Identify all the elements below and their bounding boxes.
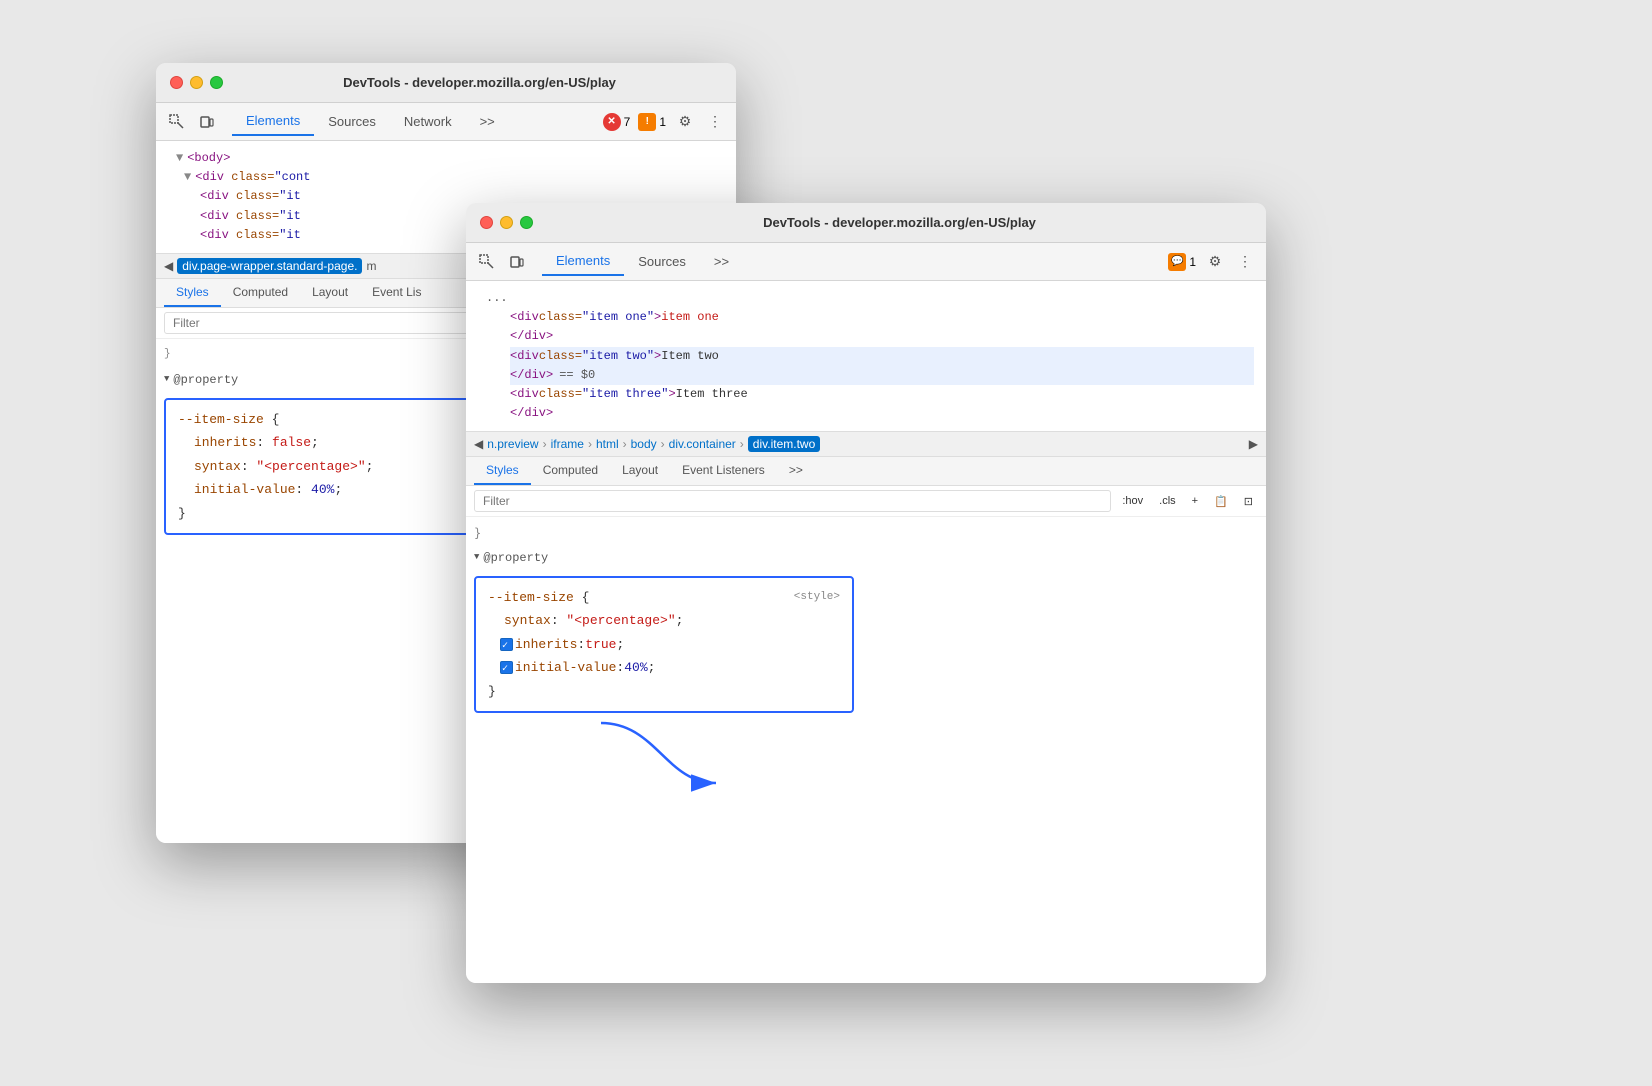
- inherits-checkbox[interactable]: [500, 638, 513, 651]
- breadcrumb-n-preview[interactable]: n.preview: [487, 437, 538, 451]
- error-count-back: 7: [624, 115, 631, 129]
- filter-layout-btn[interactable]: ⊡: [1239, 493, 1258, 510]
- breadcrumb-left-arrow-front[interactable]: ◀: [474, 437, 483, 451]
- title-bar-front: DevTools - developer.mozilla.org/en-US/p…: [466, 203, 1266, 243]
- breadcrumb-item-active[interactable]: div.page-wrapper.standard-page.: [177, 258, 362, 274]
- breadcrumb-iframe[interactable]: iframe: [551, 437, 584, 451]
- highlight-box-front: --item-size { <style> syntax: "<percenta…: [474, 576, 854, 713]
- filter-copy-btn[interactable]: 📋: [1209, 493, 1233, 510]
- property-section-label-back: @property: [173, 370, 238, 390]
- breadcrumb-div-container[interactable]: div.container: [669, 437, 736, 451]
- window-title-back: DevTools - developer.mozilla.org/en-US/p…: [237, 75, 722, 90]
- code-syntax-front: syntax: "<percentage>";: [504, 609, 840, 632]
- panel-tab-layout-front[interactable]: Layout: [610, 457, 670, 485]
- section-header-front[interactable]: @property: [474, 548, 1258, 568]
- dom-line-body: ▼ <body>: [168, 149, 724, 168]
- highlight-container-front: --item-size { <style> syntax: "<percenta…: [474, 576, 1258, 713]
- panel-tab-event-front[interactable]: Event Listeners: [670, 457, 777, 485]
- warning-icon-back: !: [638, 113, 656, 131]
- breadcrumb-left-arrow[interactable]: ◀: [164, 259, 173, 273]
- window-title-front: DevTools - developer.mozilla.org/en-US/p…: [547, 215, 1252, 230]
- tabs-back: Elements Sources Network >>: [232, 107, 509, 136]
- dom-line-item-three-close: </div>: [510, 404, 1254, 423]
- maximize-button-back[interactable]: [210, 76, 223, 89]
- breadcrumb-front: ◀ n.preview › iframe › html › body › div…: [466, 431, 1266, 457]
- inspector-icon[interactable]: [166, 111, 188, 133]
- initial-value-checkbox[interactable]: [500, 661, 513, 674]
- breadcrumb-right-arrow-front[interactable]: ▶: [1249, 437, 1258, 451]
- warning-icon-front: 💬: [1168, 253, 1186, 271]
- toolbar-right-back: ✕ 7 ! 1 ⚙ ⋮: [603, 111, 726, 133]
- panel-tab-computed-front[interactable]: Computed: [531, 457, 610, 485]
- title-bar-back: DevTools - developer.mozilla.org/en-US/p…: [156, 63, 736, 103]
- panel-tab-computed-back[interactable]: Computed: [221, 279, 300, 307]
- maximize-button-front[interactable]: [520, 216, 533, 229]
- toolbar-front: Elements Sources >> 💬 1 ⚙ ⋮: [466, 243, 1266, 281]
- error-badge-back: ✕ 7: [603, 113, 631, 131]
- devtools-window-front: DevTools - developer.mozilla.org/en-US/p…: [466, 203, 1266, 983]
- tab-elements-back[interactable]: Elements: [232, 107, 314, 136]
- tab-elements-front[interactable]: Elements: [542, 247, 624, 276]
- filter-cls-btn[interactable]: .cls: [1154, 493, 1181, 509]
- dom-line-item-two-close: </div>== $0: [510, 366, 1254, 385]
- panel-tab-event-back[interactable]: Event Lis: [360, 279, 433, 307]
- warning-badge-front: 💬 1: [1168, 253, 1196, 271]
- devtools-body-front: ... <div class="item one">item one </div…: [466, 281, 1266, 983]
- filter-input-front[interactable]: [474, 490, 1111, 512]
- code-header-front: --item-size { <style>: [488, 586, 840, 609]
- code-inherits-front: inherits: true;: [500, 633, 840, 656]
- filter-add-btn[interactable]: +: [1187, 493, 1203, 509]
- breadcrumb-html[interactable]: html: [596, 437, 619, 451]
- more-icon-front[interactable]: ⋮: [1234, 251, 1256, 273]
- dom-line-item-one: ...: [478, 289, 1254, 308]
- dom-tree-front: ... <div class="item one">item one </div…: [466, 281, 1266, 431]
- filter-hov-btn[interactable]: :hov: [1117, 493, 1148, 509]
- code-initial-front: initial-value: 40%;: [500, 656, 840, 679]
- tab-sources-back[interactable]: Sources: [314, 108, 390, 135]
- traffic-lights-back: [170, 76, 223, 89]
- property-section-label-front: @property: [483, 548, 548, 568]
- toolbar-right-front: 💬 1 ⚙ ⋮: [1168, 251, 1256, 273]
- styles-content-front: } @property --item-size { <style>: [466, 517, 1266, 983]
- panel-tab-styles-back[interactable]: Styles: [164, 279, 221, 307]
- breadcrumb-body[interactable]: body: [631, 437, 657, 451]
- more-icon-back[interactable]: ⋮: [704, 111, 726, 133]
- scene: DevTools - developer.mozilla.org/en-US/p…: [156, 63, 1496, 1023]
- error-icon-back: ✕: [603, 113, 621, 131]
- device-icon[interactable]: [196, 111, 218, 133]
- dom-line-item-three: <div class="item three">Item three: [510, 385, 1254, 404]
- device-icon-front[interactable]: [506, 251, 528, 273]
- tab-sources-front[interactable]: Sources: [624, 248, 700, 275]
- settings-icon-back[interactable]: ⚙: [674, 111, 696, 133]
- dom-line-div-cont: ▼ <div class="cont: [184, 168, 724, 187]
- tab-more-back[interactable]: >>: [466, 108, 509, 135]
- close-button-back[interactable]: [170, 76, 183, 89]
- breadcrumb-div-item-two[interactable]: div.item.two: [748, 436, 820, 452]
- settings-icon-front[interactable]: ⚙: [1204, 251, 1226, 273]
- filter-bar-front: :hov .cls + 📋 ⊡: [466, 486, 1266, 517]
- minimize-button-back[interactable]: [190, 76, 203, 89]
- traffic-lights-front: [480, 216, 533, 229]
- dom-line-item-one-open: <div class="item one">item one: [510, 308, 1254, 327]
- source-label: <style>: [794, 588, 840, 608]
- close-button-front[interactable]: [480, 216, 493, 229]
- warning-count-front: 1: [1189, 255, 1196, 269]
- panel-tab-more-front[interactable]: >>: [777, 457, 815, 485]
- minimize-button-front[interactable]: [500, 216, 513, 229]
- panel-tab-styles-front[interactable]: Styles: [474, 457, 531, 485]
- tab-more-front[interactable]: >>: [700, 248, 743, 275]
- warning-count-back: 1: [659, 115, 666, 129]
- dom-line-item-one-close: </div>: [510, 327, 1254, 346]
- panel-tabs-front: Styles Computed Layout Event Listeners >…: [466, 457, 1266, 486]
- toolbar-back: Elements Sources Network >> ✕ 7 ! 1 ⚙ ⋮: [156, 103, 736, 141]
- code-close-front: }: [488, 680, 840, 703]
- warning-badge-back: ! 1: [638, 113, 666, 131]
- tabs-front: Elements Sources >>: [542, 247, 743, 276]
- dom-line-item-two: <div class="item two">Item two: [510, 347, 1254, 366]
- panel-tab-layout-back[interactable]: Layout: [300, 279, 360, 307]
- prev-rule-close: }: [474, 523, 1258, 543]
- breadcrumb-suffix: m: [366, 259, 376, 273]
- tab-network-back[interactable]: Network: [390, 108, 466, 135]
- inspector-icon-front[interactable]: [476, 251, 498, 273]
